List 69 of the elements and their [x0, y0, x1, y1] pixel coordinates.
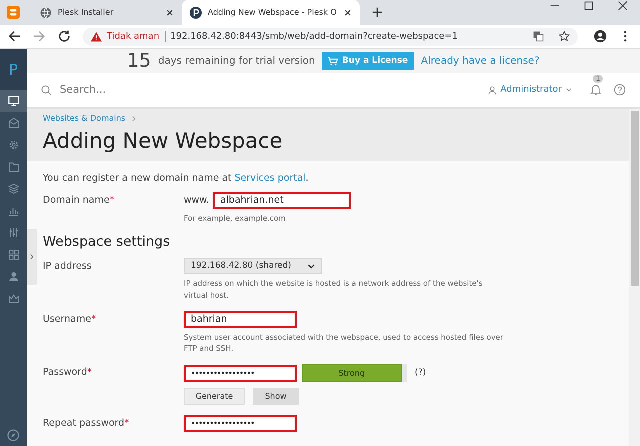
ip-address-dropdown[interactable]: 192.168.42.80 (shared)	[184, 258, 322, 274]
close-icon[interactable]	[166, 8, 174, 16]
address-bar[interactable]: Tidak aman 192.168.42.80:8443/smb/web/add-domain?create-webspace=1	[83, 28, 578, 46]
trial-days-count: 15	[127, 50, 152, 72]
blogger-icon[interactable]	[7, 6, 20, 19]
mail-icon	[8, 117, 20, 129]
field-label: Password*	[43, 366, 94, 380]
profile-icon[interactable]	[594, 30, 607, 43]
user-menu[interactable]: Administrator	[500, 85, 572, 95]
services-portal-link[interactable]: Services portal	[234, 173, 306, 184]
section-heading: Webspace settings	[43, 234, 172, 250]
domain-name-field[interactable]: albahrian.net	[213, 192, 352, 209]
star-icon[interactable]	[559, 31, 570, 42]
crown-icon	[8, 293, 20, 305]
monitor-icon	[8, 95, 20, 107]
generate-button[interactable]: Generate	[184, 388, 245, 406]
url-text: 192.168.42.80:8443/smb/web/add-domain?create-webspace=1	[170, 32, 458, 42]
cart-icon	[328, 56, 338, 66]
intro-text: You can register a new domain name at Services portal.	[43, 173, 310, 184]
back-icon[interactable]	[8, 30, 21, 43]
repeat-password-field[interactable]: •••••••••••••••••	[184, 415, 297, 432]
forward-icon[interactable]	[33, 30, 46, 43]
close-icon[interactable]	[618, 0, 628, 10]
browser-tab[interactable]: Adding New Webspace - Plesk O	[182, 0, 360, 25]
username-field[interactable]: bahrian	[184, 310, 297, 328]
bell-icon[interactable]	[590, 84, 602, 96]
person-icon	[8, 271, 20, 283]
translate-icon[interactable]	[533, 31, 544, 42]
sidebar-item[interactable]	[0, 90, 27, 112]
layers-icon	[8, 183, 20, 195]
show-button[interactable]: Show	[253, 388, 299, 406]
tab-title: Adding New Webspace - Plesk O	[208, 8, 338, 17]
help-icon[interactable]	[614, 84, 626, 96]
search-icon	[41, 84, 52, 96]
browser-tab[interactable]: Plesk Installer	[32, 0, 182, 25]
close-icon[interactable]	[344, 8, 352, 16]
warning-icon	[91, 32, 102, 42]
field-label: Repeat password*	[43, 417, 130, 432]
sidebar-toggle[interactable]	[27, 229, 37, 285]
reload-icon[interactable]	[58, 30, 71, 43]
maximize-icon[interactable]	[584, 0, 594, 10]
security-label: Tidak aman	[107, 32, 160, 42]
trial-text: days remaining for trial version	[158, 56, 316, 66]
scrollbar[interactable]	[629, 109, 640, 446]
plesk-logo-icon	[190, 6, 202, 18]
password-field[interactable]: •••••••••••••••••	[184, 364, 297, 382]
new-tab-icon[interactable]	[372, 7, 383, 18]
field-label: Domain name*	[43, 194, 116, 208]
help-link[interactable]: (?)	[415, 368, 426, 378]
chevron-icon	[30, 254, 34, 260]
compass-icon[interactable]	[7, 429, 20, 442]
folder-icon	[8, 161, 20, 173]
plesk-logo[interactable]: P	[0, 49, 27, 90]
tab-title: Plesk Installer	[58, 8, 115, 17]
field-label: Username*	[43, 312, 98, 327]
gear-icon	[8, 139, 20, 151]
caret-icon	[308, 264, 315, 269]
sliders-icon	[8, 227, 20, 239]
user-icon	[488, 86, 497, 94]
search-field[interactable]: Search...	[58, 83, 232, 97]
grid-icon	[8, 249, 20, 261]
www-prefix: www.	[184, 195, 210, 206]
globe-icon	[40, 6, 52, 18]
field-label: IP address	[43, 260, 93, 274]
strength-meter: Strong	[302, 364, 402, 382]
page-title: Adding New Webspace	[43, 129, 284, 153]
caret-icon	[566, 88, 572, 92]
chevron-icon	[132, 116, 136, 122]
chart-icon	[8, 205, 20, 217]
